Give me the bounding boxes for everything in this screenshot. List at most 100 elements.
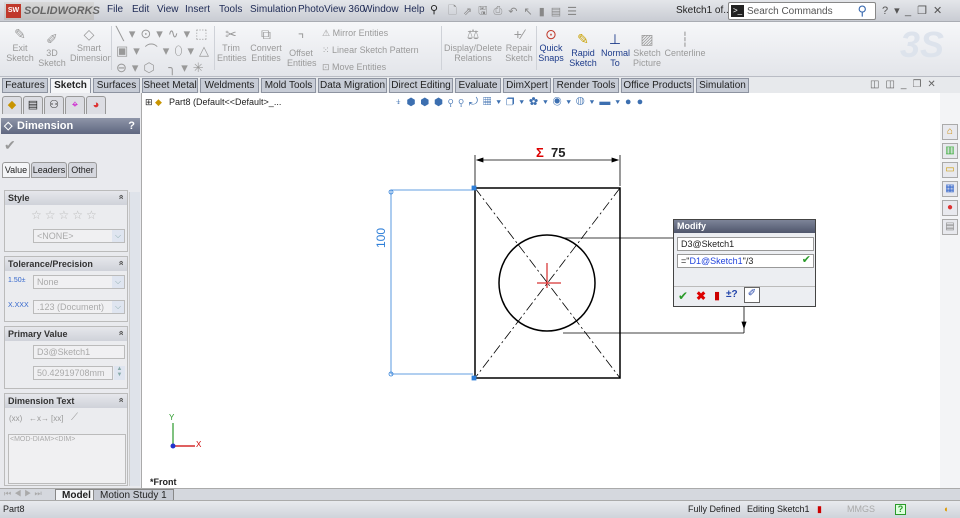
- quick-snaps-button[interactable]: ⊙ Quick Snaps: [538, 26, 564, 63]
- dimxpert-manager-tab[interactable]: ⌖: [65, 96, 85, 114]
- menu-simulation[interactable]: Simulation: [250, 4, 297, 15]
- tab-surfaces[interactable]: Surfaces: [93, 78, 140, 93]
- modify-value-field[interactable]: ="D1@Sketch1"/3 ✔: [677, 254, 814, 268]
- smart-dimension-button[interactable]: ◇ Smart Dimension: [70, 26, 113, 63]
- convert-entities-button[interactable]: ⧉ Convert Entities: [248, 26, 284, 63]
- value-spinner[interactable]: ▲ ▼: [114, 366, 125, 380]
- view-palette-icon[interactable]: ▦: [942, 181, 958, 197]
- sketch-tools-grid[interactable]: ╲▾⊙▾∿▾⬚ ▣▾⌒▾⬯▾△ ⊖▾⬡ ╮▾✳: [116, 25, 212, 76]
- panel-scrollbar[interactable]: [129, 192, 140, 486]
- menu-window[interactable]: Window: [363, 4, 399, 15]
- repair-sketch-button[interactable]: +⁄ Repair Sketch: [504, 26, 534, 63]
- design-library-icon[interactable]: ▥: [942, 143, 958, 159]
- precision-select[interactable]: .123 (Document): [33, 300, 125, 314]
- units-selector[interactable]: MMGS: [847, 501, 875, 518]
- accept-value-icon[interactable]: ✔: [802, 254, 811, 266]
- doc-window-controls[interactable]: ◫◫_❐✕: [870, 79, 942, 90]
- tolerance-type-select[interactable]: None: [33, 275, 125, 289]
- exit-sketch-button[interactable]: ✎ Exit Sketch: [6, 26, 34, 63]
- dimension-75[interactable]: 75: [551, 145, 565, 160]
- cancel-button[interactable]: ✖: [696, 289, 706, 303]
- reverse-sense-button[interactable]: ±?: [726, 289, 738, 300]
- home-icon[interactable]: ⌂: [942, 124, 958, 140]
- center-text-button[interactable]: ←x→: [29, 414, 49, 423]
- normal-to-button[interactable]: ⊥ Normal To: [601, 31, 630, 68]
- mirror-entities-button[interactable]: ⚠ Mirror Entities: [322, 28, 388, 39]
- open-icon[interactable]: ⇗: [463, 5, 472, 18]
- options-icon[interactable]: ☰: [567, 5, 577, 18]
- dimension-text-area[interactable]: <MOD-DIAM><DIM>: [8, 434, 126, 484]
- menu-photoview[interactable]: PhotoView 360: [298, 4, 365, 15]
- style-favorite-icons[interactable]: ☆☆☆☆☆: [31, 208, 100, 222]
- new-icon[interactable]: 🗋: [448, 2, 457, 21]
- window-controls[interactable]: _❐✕: [905, 4, 948, 17]
- tab-simulation[interactable]: Simulation: [696, 78, 749, 93]
- tab-leaders[interactable]: Leaders: [31, 162, 67, 178]
- trim-entities-button[interactable]: ✂ Trim Entities: [217, 26, 247, 63]
- dimension-name-field[interactable]: D3@Sketch1: [33, 345, 125, 359]
- tab-evaluate[interactable]: Evaluate: [455, 78, 501, 93]
- dimension-value-field[interactable]: 50.42919708mm: [33, 366, 113, 380]
- tab-value[interactable]: Value: [2, 162, 30, 178]
- offset-entities-button[interactable]: ⌝ Offset Entities: [287, 31, 317, 68]
- custom-properties-icon[interactable]: ▤: [942, 219, 958, 235]
- tab-office-products[interactable]: Office Products: [621, 78, 694, 93]
- line-icon[interactable]: ╲▾⊙▾∿▾⬚: [116, 26, 212, 41]
- sketch-picture-button[interactable]: ▨ Sketch Picture: [632, 31, 662, 68]
- rebuild-icon[interactable]: ▮: [539, 5, 545, 18]
- tab-dimxpert[interactable]: DimXpert: [503, 78, 551, 93]
- save-icon[interactable]: 🖫: [478, 2, 487, 21]
- dimension-text-header[interactable]: Dimension Text: [5, 394, 127, 408]
- tab-sketch[interactable]: Sketch: [50, 78, 91, 93]
- inspection-button[interactable]: [xx]: [51, 414, 63, 423]
- file-explorer-icon[interactable]: ▭: [942, 162, 958, 178]
- display-delete-relations-button[interactable]: ⚖ Display/Delete Relations: [444, 26, 502, 63]
- property-manager-tab[interactable]: ▤: [23, 96, 43, 114]
- rebuild-status-icon[interactable]: ▮: [817, 501, 822, 518]
- print-icon[interactable]: ⎙: [493, 5, 502, 18]
- modify-name-field[interactable]: D3@Sketch1: [677, 237, 814, 251]
- style-header[interactable]: Style: [5, 191, 127, 205]
- linear-pattern-button[interactable]: ⁙ Linear Sketch Pattern: [322, 45, 419, 56]
- search-input[interactable]: Search Commands: [747, 6, 833, 17]
- ok-checkmark-icon[interactable]: ✔: [4, 137, 16, 154]
- quick-tips-button[interactable]: ?: [895, 504, 906, 515]
- solidworks-logo[interactable]: SOLIDWORKS: [4, 2, 100, 20]
- style-select[interactable]: <NONE>: [33, 229, 125, 243]
- dimension-100[interactable]: 100: [374, 228, 388, 248]
- move-entities-button[interactable]: ⊡ Move Entities: [322, 62, 386, 73]
- parentheses-button[interactable]: (xx): [9, 414, 22, 423]
- 3d-sketch-button[interactable]: ✐ 3D Sketch: [38, 31, 66, 68]
- tab-render-tools[interactable]: Render Tools: [553, 78, 619, 93]
- menu-insert[interactable]: Insert: [185, 4, 210, 15]
- tab-other[interactable]: Other: [68, 162, 97, 178]
- search-commands[interactable]: >_ Search Commands ⚲: [728, 2, 876, 20]
- tab-sheet-metal[interactable]: Sheet Metal: [142, 78, 198, 93]
- help-icon[interactable]: ?▾: [882, 4, 906, 17]
- tab-scroll-arrows[interactable]: ⏮◀▶⏭: [4, 489, 45, 499]
- menu-view[interactable]: View: [157, 4, 179, 15]
- graphics-area[interactable]: ⊞ ◆ Part8 (Default<<Default>_... ⍖⬢⬢⬢⚲⚲⤾…: [143, 93, 940, 488]
- menu-tools[interactable]: Tools: [219, 4, 242, 15]
- rebuild-button[interactable]: ▮: [714, 289, 720, 302]
- tolerance-header[interactable]: Tolerance/Precision: [5, 257, 127, 271]
- file-properties-icon[interactable]: ▤: [551, 5, 561, 18]
- undo-icon[interactable]: ↶: [508, 5, 517, 18]
- rapid-sketch-button[interactable]: ✎ Rapid Sketch: [568, 31, 598, 68]
- tab-mold-tools[interactable]: Mold Tools: [261, 78, 316, 93]
- tab-weldments[interactable]: Weldments: [200, 78, 259, 93]
- rectangle-icon[interactable]: ▣▾⌒▾⬯▾△: [116, 43, 214, 58]
- menu-help[interactable]: Help: [404, 4, 425, 15]
- select-icon[interactable]: ↖: [523, 5, 532, 18]
- appearances-icon[interactable]: ●: [942, 200, 958, 216]
- menu-file[interactable]: File: [107, 4, 123, 15]
- tab-direct-editing[interactable]: Direct Editing: [389, 78, 453, 93]
- mark-for-drawing-button[interactable]: ✐: [744, 287, 760, 303]
- configuration-manager-tab[interactable]: ⚇: [44, 96, 64, 114]
- search-icon[interactable]: ⚲: [857, 3, 867, 19]
- help-button[interactable]: ?: [128, 118, 135, 134]
- slot-icon[interactable]: ⊖▾⬡ ╮▾✳: [116, 60, 209, 75]
- notification-icon[interactable]: ◖: [943, 501, 948, 518]
- menu-edit[interactable]: Edit: [132, 4, 149, 15]
- pin-icon[interactable]: ⚲: [430, 3, 438, 16]
